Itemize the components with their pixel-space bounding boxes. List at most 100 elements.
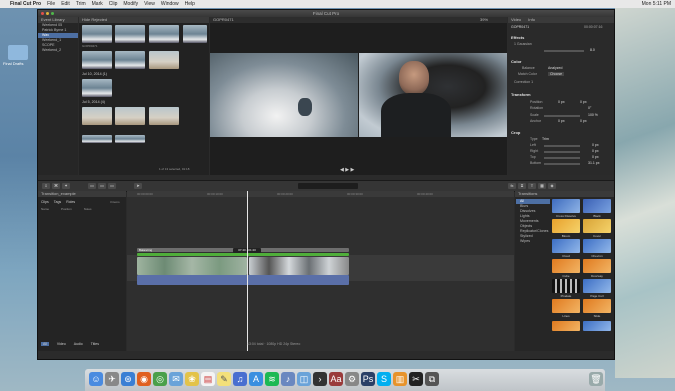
menu-help[interactable]: Help <box>185 0 195 8</box>
transition-thumb[interactable] <box>583 279 611 293</box>
play-button[interactable]: ◀ ▶ ▶ <box>340 167 354 173</box>
clip-thumbnail[interactable] <box>115 51 145 69</box>
launchpad-icon[interactable]: ✈ <box>105 372 119 386</box>
menubar-clock[interactable]: Mon 5:11 PM <box>642 0 675 8</box>
generators-browser-button[interactable]: ▦ <box>538 183 546 189</box>
anchor-y[interactable]: 0 px <box>580 119 587 123</box>
menu-window[interactable]: Window <box>161 0 179 8</box>
clip-thumbnail[interactable] <box>115 135 145 143</box>
viewer-frame-right[interactable] <box>359 53 507 137</box>
rotation-value[interactable]: 0° <box>588 106 591 110</box>
playhead[interactable] <box>247 191 248 351</box>
menu-edit[interactable]: Edit <box>61 0 70 8</box>
app-store-icon[interactable]: A <box>249 372 263 386</box>
zoom-button[interactable] <box>51 12 54 15</box>
clip-thumbnail[interactable] <box>149 107 179 125</box>
app-menu[interactable]: Final Cut Pro <box>10 0 41 8</box>
firefox-icon[interactable]: ◉ <box>137 372 151 386</box>
crop-left-value[interactable]: 0 px <box>592 143 599 147</box>
menu-modify[interactable]: Modify <box>123 0 138 8</box>
transition-thumb[interactable] <box>552 299 580 313</box>
terminal-icon[interactable]: › <box>313 372 327 386</box>
skype-icon[interactable]: S <box>377 372 391 386</box>
index-tab-clips[interactable]: Clips <box>41 200 49 204</box>
transition-thumb[interactable] <box>583 299 611 313</box>
menu-mark[interactable]: Mark <box>92 0 103 8</box>
transition-thumb[interactable] <box>552 321 580 331</box>
mail-icon[interactable]: ✉ <box>169 372 183 386</box>
inspector-tab-video[interactable]: Video <box>511 17 521 22</box>
scale-slider[interactable] <box>544 115 580 117</box>
audio-clip[interactable] <box>137 253 349 256</box>
desktop-folder-icon[interactable] <box>8 45 28 60</box>
dashboard-timecode[interactable] <box>298 183 358 189</box>
transition-thumb[interactable] <box>583 321 611 331</box>
transition-thumb[interactable] <box>552 219 580 233</box>
color-section[interactable]: Color <box>511 59 521 64</box>
import-button[interactable]: ⇩ <box>42 183 50 189</box>
crop-type-value[interactable]: Trim <box>542 137 549 141</box>
viewer-zoom[interactable]: 39% <box>480 17 488 23</box>
crop-top-slider[interactable] <box>544 157 580 159</box>
clip-thumbnail[interactable] <box>115 107 145 125</box>
video-clip-1[interactable] <box>137 257 247 275</box>
browser-header[interactable]: Hide Rejected <box>79 17 209 23</box>
menu-file[interactable]: File <box>47 0 55 8</box>
index-footer-all[interactable]: All <box>41 342 49 346</box>
position-y[interactable]: 0 px <box>580 100 587 104</box>
blur-effect-row[interactable]: 1 Gaussian <box>514 42 532 46</box>
notes-icon[interactable]: ✎ <box>217 372 231 386</box>
index-footer-titles[interactable]: Titles <box>91 342 99 346</box>
ibooks-icon[interactable]: ▥ <box>393 372 407 386</box>
transition-thumb[interactable] <box>583 219 611 233</box>
viewer-frame-left[interactable] <box>210 53 358 137</box>
system-prefs-icon[interactable]: ⚙ <box>345 372 359 386</box>
index-footer-video[interactable]: Video <box>57 342 66 346</box>
enhance-button[interactable]: ✦ <box>62 183 70 189</box>
chrome-icon[interactable]: ◎ <box>153 372 167 386</box>
finalcut-icon[interactable]: ✂ <box>409 372 423 386</box>
transition-thumb[interactable] <box>552 259 580 273</box>
clip-thumbnail[interactable] <box>82 25 112 43</box>
amount-slider[interactable] <box>544 50 584 52</box>
transition-thumb[interactable] <box>583 199 611 213</box>
keyword-button[interactable]: ⌘ <box>52 183 60 189</box>
clip-audio-waveform[interactable] <box>137 275 349 285</box>
clip-thumbnail[interactable] <box>149 51 179 69</box>
timeline-ruler[interactable] <box>127 191 514 197</box>
finder-icon[interactable]: ☺ <box>89 372 103 386</box>
balance-value[interactable]: Analyzed <box>548 66 562 70</box>
match-color-button[interactable]: Choose <box>548 72 565 76</box>
clip-thumbnail[interactable] <box>82 135 112 143</box>
calendar-icon[interactable]: ▤ <box>201 372 215 386</box>
date-group-header[interactable]: Jul 10, 2014 (1) <box>82 72 107 76</box>
compressor-icon[interactable]: ⧉ <box>425 372 439 386</box>
dictionary-icon[interactable]: Aa <box>329 372 343 386</box>
inspector-tab-info[interactable]: Info <box>528 17 535 22</box>
index-footer-audio[interactable]: Audio <box>74 342 83 346</box>
clip-thumbnail[interactable] <box>82 51 112 69</box>
index-tab-roles[interactable]: Roles <box>66 200 75 204</box>
safari-icon[interactable]: ⊛ <box>121 372 135 386</box>
trash-icon[interactable]: 🗑 <box>589 372 603 386</box>
crop-section[interactable]: Crop <box>511 130 520 135</box>
video-clip-2[interactable] <box>249 257 349 275</box>
transition-thumb[interactable] <box>552 279 580 293</box>
position-x[interactable]: 0 px <box>558 100 565 104</box>
menu-view[interactable]: View <box>144 0 155 8</box>
transition-thumb[interactable] <box>583 239 611 253</box>
titles-browser-button[interactable]: T <box>528 183 536 189</box>
anchor-x[interactable]: 0 px <box>558 119 565 123</box>
transition-thumb[interactable] <box>552 239 580 253</box>
insert-button[interactable]: ▭ <box>98 183 106 189</box>
correction-row[interactable]: Correction 1 <box>514 80 533 84</box>
transition-thumb[interactable] <box>552 199 580 213</box>
minimize-button[interactable] <box>46 12 49 15</box>
scale-value[interactable]: 100 % <box>588 113 598 117</box>
index-tab-tags[interactable]: Tags <box>54 200 61 204</box>
crop-right-value[interactable]: 0 px <box>592 149 599 153</box>
spotify-icon[interactable]: ≋ <box>265 372 279 386</box>
category-item[interactable]: Wipes <box>516 239 550 244</box>
transitions-browser-button[interactable]: ⧖ <box>518 183 526 189</box>
clip-thumbnail[interactable] <box>82 107 112 125</box>
